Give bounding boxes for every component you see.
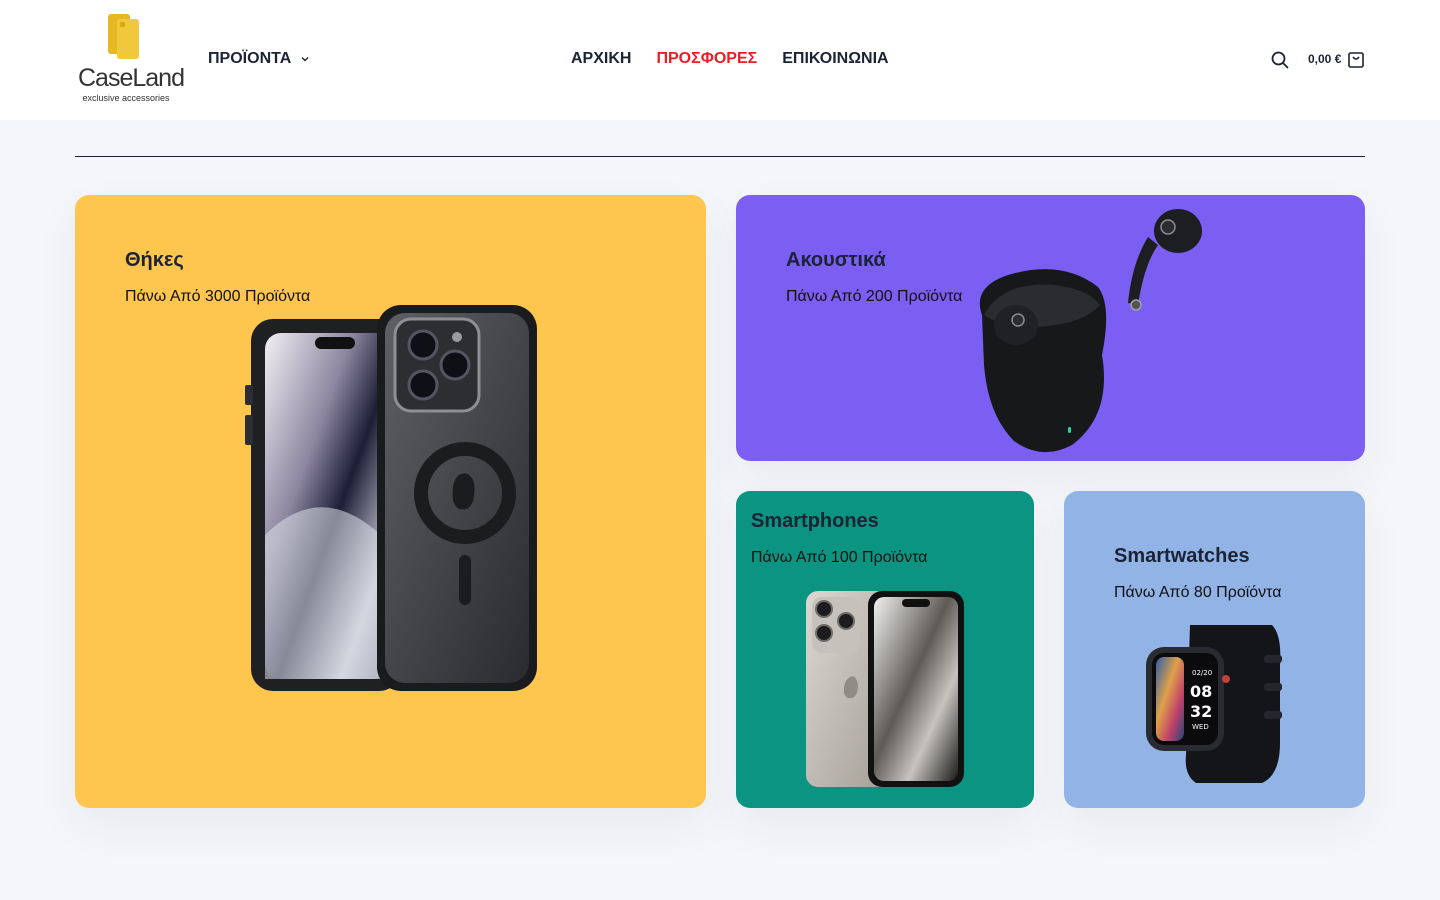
nav-products-menu[interactable]: ΠΡΟΪΟΝΤΑ xyxy=(208,48,310,70)
watch-minute: 32 xyxy=(1190,702,1212,721)
chevron-down-icon xyxy=(301,57,309,62)
cart-button[interactable]: 0,00 € xyxy=(1308,49,1365,69)
nav-home-link[interactable]: ΑΡΧΙΚΗ xyxy=(571,50,631,68)
cart-total: 0,00 € xyxy=(1308,52,1342,66)
category-title: Smartwatches xyxy=(1114,545,1250,567)
category-title: Θήκες xyxy=(125,249,184,271)
smartphone-image xyxy=(806,591,964,787)
section-divider xyxy=(75,156,1365,157)
watch-hour: 08 xyxy=(1190,682,1212,701)
category-card-cases[interactable]: Θήκες Πάνω Από 3000 Προϊόντα xyxy=(75,195,706,808)
category-subtitle: Πάνω Από 80 Προϊόντα xyxy=(1114,584,1282,601)
category-card-smartwatches[interactable]: Smartwatches Πάνω Από 80 Προϊόντα 02/20 … xyxy=(1064,491,1365,808)
main-navigation: ΑΡΧΙΚΗ ΠΡΟΣΦΟΡΕΣ ΕΠΙΚΟΙΝΩΝΙΑ xyxy=(571,48,889,70)
earbuds-image xyxy=(979,209,1202,453)
nav-offers-link[interactable]: ΠΡΟΣΦΟΡΕΣ xyxy=(656,50,757,68)
category-title: Ακουστικά xyxy=(786,249,886,271)
category-card-headphones[interactable]: Ακουστικά Πάνω Από 200 Προϊόντα xyxy=(736,195,1365,461)
watch-day: WED xyxy=(1192,723,1209,731)
category-subtitle: Πάνω Από 3000 Προϊόντα xyxy=(125,288,311,305)
logo-wordmark: CaseLand xyxy=(78,64,185,92)
smartwatch-image: 02/20 08 32 WED xyxy=(1146,625,1282,783)
logo-tagline: exclusive accessories xyxy=(82,93,170,103)
category-card-smartphones[interactable]: Smartphones Πάνω Από 100 Προϊόντα xyxy=(736,491,1034,808)
phone-cases-logo-icon xyxy=(108,14,139,59)
nav-contact-link[interactable]: ΕΠΙΚΟΙΝΩΝΙΑ xyxy=(782,50,888,68)
search-icon[interactable] xyxy=(1271,51,1289,69)
shopping-bag-icon xyxy=(1348,51,1365,68)
site-header: CaseLand exclusive accessories ΠΡΟΪΟΝΤΑ … xyxy=(0,0,1440,120)
phone-case-image xyxy=(245,305,537,691)
watch-date: 02/20 xyxy=(1192,669,1212,677)
site-logo[interactable]: CaseLand exclusive accessories xyxy=(78,14,185,106)
category-title: Smartphones xyxy=(751,510,879,532)
category-subtitle: Πάνω Από 100 Προϊόντα xyxy=(751,549,928,566)
nav-products-label: ΠΡΟΪΟΝΤΑ xyxy=(208,50,292,67)
category-subtitle: Πάνω Από 200 Προϊόντα xyxy=(786,288,963,305)
